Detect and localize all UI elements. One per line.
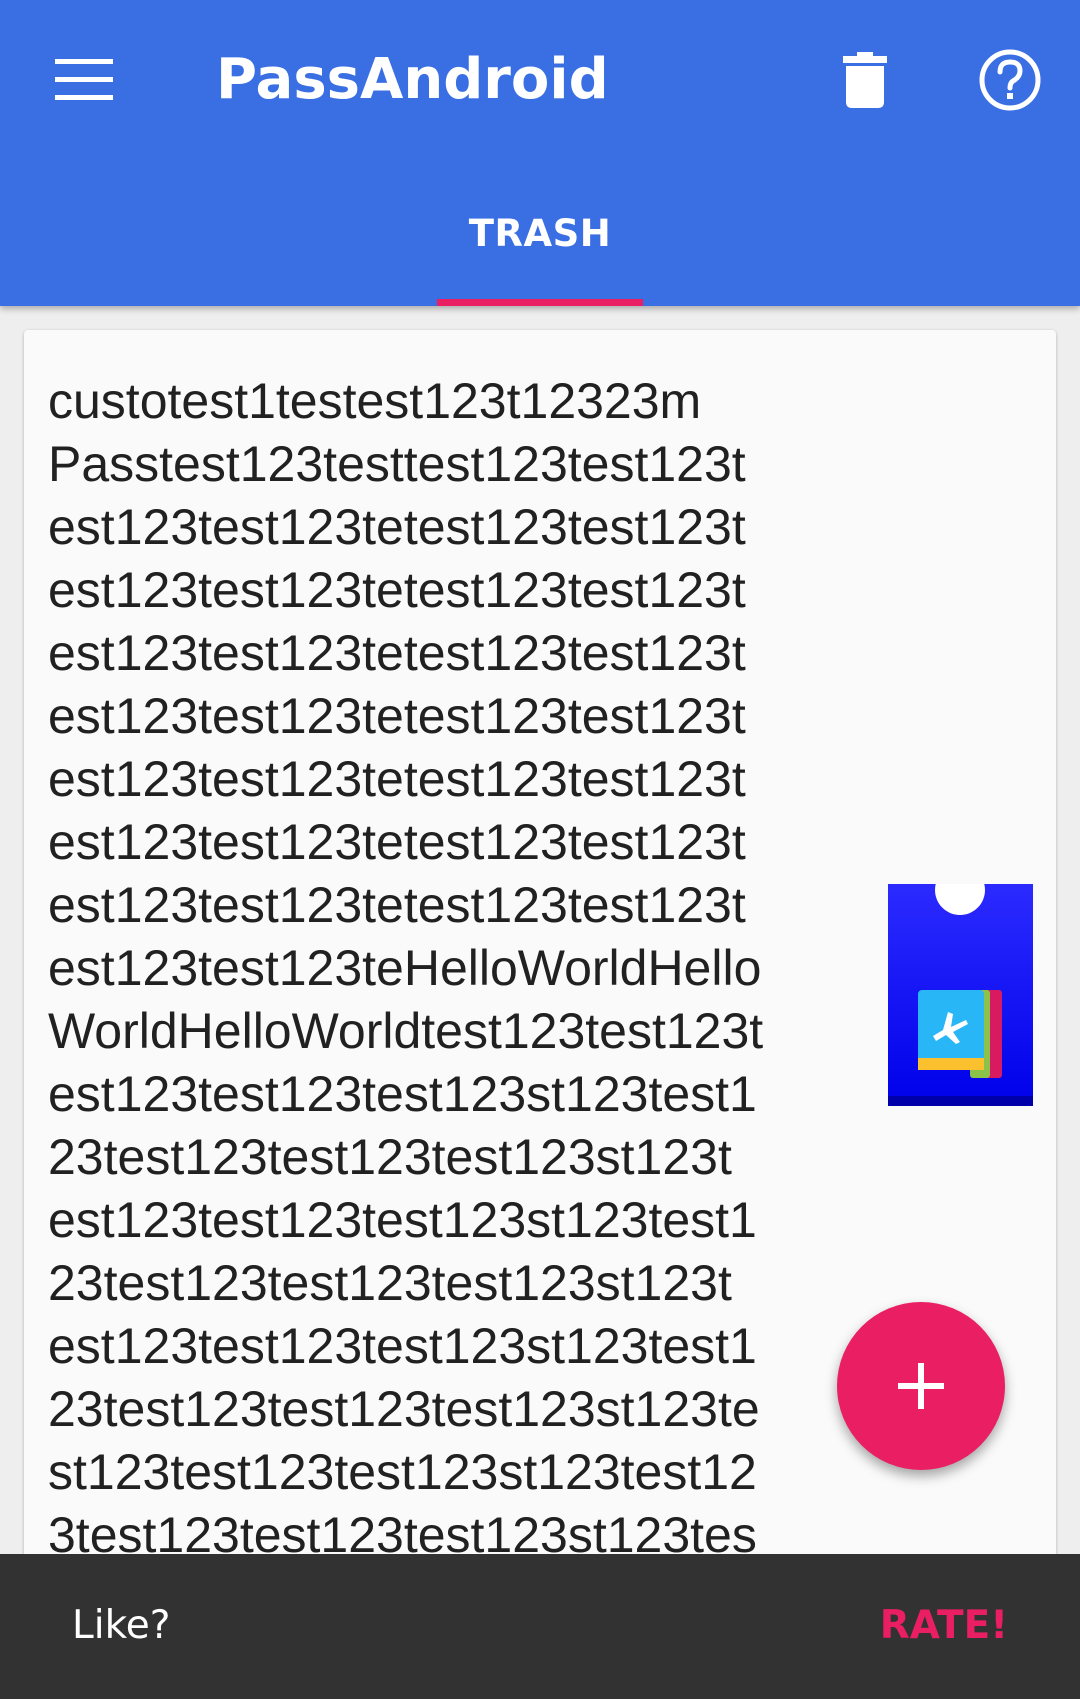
- pass-line: est123test123tetest123test123t: [48, 625, 746, 681]
- pass-line: 23test123test123test123st123te: [48, 1381, 760, 1437]
- pass-line: 23test123test123test123st123t: [48, 1129, 732, 1185]
- plus-icon: [898, 1363, 944, 1409]
- pass-line: est123test123tetest123test123t: [48, 499, 746, 555]
- pass-line: est123test123test123st123test1: [48, 1066, 757, 1122]
- boarding-pass-icon: [888, 884, 1033, 1106]
- trash-can-icon: [843, 52, 887, 108]
- pass-line: est123test123tetest123test123t: [48, 562, 746, 618]
- pass-line: est123test123tetest123test123t: [48, 814, 746, 870]
- help-circle-icon: [979, 49, 1041, 111]
- app-title: PassAndroid: [216, 47, 609, 112]
- app-bar: PassAndroid TRASH: [0, 0, 1080, 306]
- pass-line: Passtest123testtest123test123t: [48, 436, 746, 492]
- hamburger-menu-icon: [55, 59, 113, 100]
- rate-snackbar: Like? RATE!: [0, 1554, 1080, 1699]
- pass-line: custotest1testest123t12323m: [48, 373, 702, 429]
- add-pass-button[interactable]: [837, 1302, 1005, 1470]
- pass-line: 3test123test123test123st123tes: [48, 1507, 757, 1554]
- pass-line: est123test123tetest123test123t: [48, 751, 746, 807]
- pass-line: WorldHelloWorldtest123test123t: [48, 1003, 764, 1059]
- pass-line: est123test123test123st123test1: [48, 1318, 757, 1374]
- trash-button[interactable]: [810, 30, 920, 130]
- pass-line: 23test123test123test123st123t: [48, 1255, 732, 1311]
- tab-label: TRASH: [468, 212, 612, 255]
- pass-description: custotest1testest123t12323m Passtest123t…: [48, 370, 878, 1554]
- pass-line: est123test123tetest123test123t: [48, 688, 746, 744]
- tab-trash[interactable]: TRASH: [437, 196, 643, 306]
- tab-indicator: [437, 299, 643, 306]
- pass-line: est123test123tetest123test123t: [48, 877, 746, 933]
- pass-line: est123test123test123st123test1: [48, 1192, 757, 1248]
- menu-button[interactable]: [30, 30, 138, 130]
- snackbar-message: Like?: [72, 1603, 171, 1648]
- help-button[interactable]: [955, 30, 1065, 130]
- pass-line: est123test123teHelloWorldHello: [48, 940, 762, 996]
- pass-line: st123test123test123st123test12: [48, 1444, 757, 1500]
- rate-button[interactable]: RATE!: [880, 1594, 1008, 1658]
